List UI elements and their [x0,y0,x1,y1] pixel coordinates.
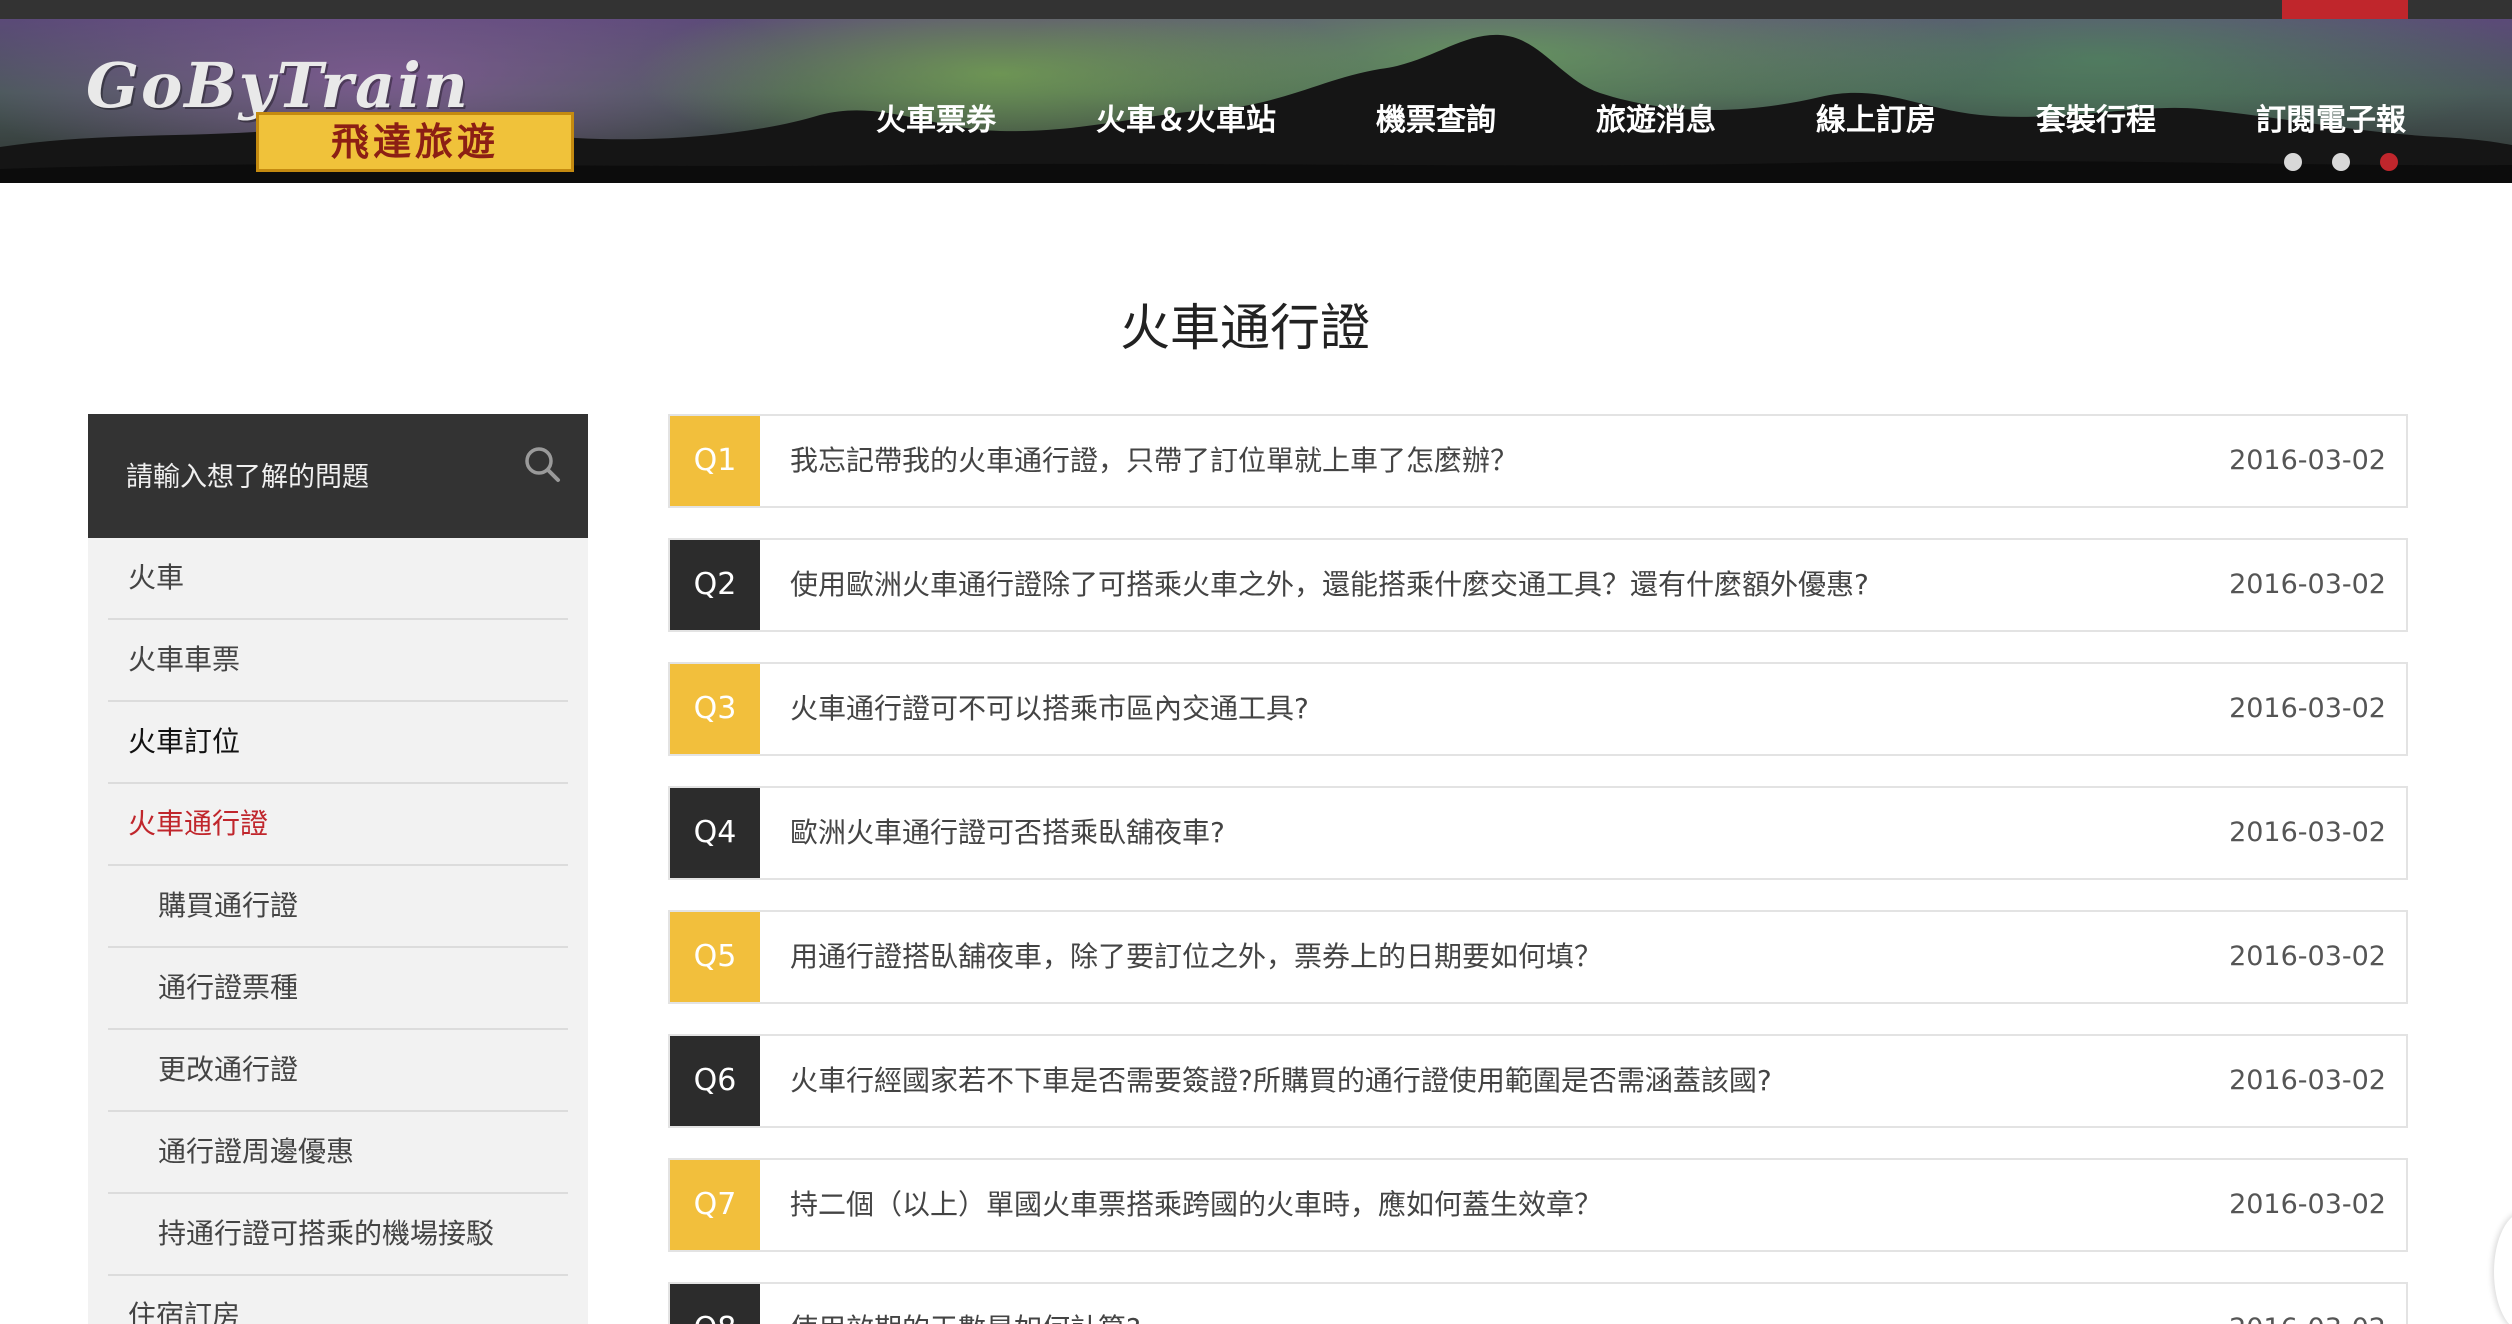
carousel-dots [2284,153,2398,173]
faq-search-box [88,414,588,538]
sidebar-item-train[interactable]: 火車 [108,538,568,620]
page-title: 火車通行證 [1120,299,1370,357]
sidebar-item-train-pass[interactable]: 火車通行證 [108,784,568,866]
faq-number-badge: Q6 [670,1036,760,1126]
faq-date: 2016-03-02 [2229,941,2386,972]
faq-number-badge: Q7 [670,1160,760,1250]
faq-number-badge: Q1 [670,416,760,506]
nav-item-train-tickets[interactable]: 火車票券 [876,95,996,138]
faq-date: 2016-03-02 [2229,445,2386,476]
faq-date: 2016-03-02 [2229,1189,2386,1220]
faq-row[interactable]: Q8 使用效期的天數是如何計算? 2016-03-02 [668,1282,2408,1324]
faq-row[interactable]: Q6 火車行經國家若不下車是否需要簽證?所購買的通行證使用範圍是否需涵蓋該國? … [668,1034,2408,1128]
faq-question[interactable]: 我忘記帶我的火車通行證，只帶了訂位單就上車了怎麼辦？ [790,416,1518,506]
nav-item-trains-stations[interactable]: 火車＆火車站 [1096,95,1276,138]
faq-question[interactable]: 用通行證搭臥舖夜車，除了要訂位之外，票券上的日期要如何填？ [790,912,1602,1002]
faq-row[interactable]: Q5 用通行證搭臥舖夜車，除了要訂位之外，票券上的日期要如何填？ 2016-03… [668,910,2408,1004]
carousel-dot[interactable] [2332,153,2350,171]
faq-question[interactable]: 使用歐洲火車通行證除了可搭乘火車之外，還能搭乘什麼交通工具？還有什麼額外優惠? [790,540,1869,630]
faq-question[interactable]: 使用效期的天數是如何計算? [790,1284,1141,1324]
sidebar-subitem-buy-pass[interactable]: 購買通行證 [108,866,568,948]
nav-item-hotel-booking[interactable]: 線上訂房 [1816,95,1936,138]
faq-number-badge: Q8 [670,1284,760,1324]
nav-item-packages[interactable]: 套裝行程 [2036,95,2156,138]
site-logo[interactable]: GoByTrain 飛達旅遊 [86,49,574,172]
sidebar-subitem-airport-shuttle[interactable]: 持通行證可搭乘的機場接駁 [108,1194,568,1276]
carousel-dot[interactable] [2284,153,2302,171]
sidebar-item-accommodation[interactable]: 住宿訂房 [108,1276,568,1324]
sidebar-subitem-pass-discounts[interactable]: 通行證周邊優惠 [108,1112,568,1194]
sidebar-subitem-pass-types[interactable]: 通行證票種 [108,948,568,1030]
faq-number-badge: Q2 [670,540,760,630]
faq-number-badge: Q3 [670,664,760,754]
faq-date: 2016-03-02 [2229,817,2386,848]
faq-question[interactable]: 火車通行證可不可以搭乘市區內交通工具? [790,664,1309,754]
faq-question[interactable]: 歐洲火車通行證可否搭乘臥舖夜車? [790,788,1225,878]
logo-subtitle: 飛達旅遊 [256,112,574,172]
faq-date: 2016-03-02 [2229,1065,2386,1096]
search-icon[interactable] [522,444,562,484]
faq-question[interactable]: 火車行經國家若不下車是否需要簽證?所購買的通行證使用範圍是否需涵蓋該國? [790,1036,1772,1126]
faq-row[interactable]: Q1 我忘記帶我的火車通行證，只帶了訂位單就上車了怎麼辦？ 2016-03-02 [668,414,2408,508]
nav-item-flights[interactable]: 機票查詢 [1376,95,1496,138]
sidebar-item-train-tickets[interactable]: 火車車票 [108,620,568,702]
faq-number-badge: Q4 [670,788,760,878]
top-bar [0,0,2512,19]
carousel-dot-active[interactable] [2380,153,2398,171]
faq-row[interactable]: Q4 歐洲火車通行證可否搭乘臥舖夜車? 2016-03-02 [668,786,2408,880]
faq-question[interactable]: 持二個（以上）單國火車票搭乘跨國的火車時，應如何蓋生效章？ [790,1160,1602,1250]
faq-number-badge: Q5 [670,912,760,1002]
faq-row[interactable]: Q3 火車通行證可不可以搭乘市區內交通工具? 2016-03-02 [668,662,2408,756]
nav-item-newsletter[interactable]: 訂閱電子報 [2256,95,2406,138]
faq-row[interactable]: Q7 持二個（以上）單國火車票搭乘跨國的火車時，應如何蓋生效章？ 2016-03… [668,1158,2408,1252]
site-header: GoByTrain 飛達旅遊 火車票券 火車＆火車站 機票查詢 旅遊消息 線上訂… [0,19,2512,183]
sidebar-item-train-reservation[interactable]: 火車訂位 [108,702,568,784]
faq-date: 2016-03-02 [2229,1284,2386,1324]
floating-widget[interactable] [2494,1212,2512,1324]
faq-date: 2016-03-02 [2229,569,2386,600]
sidebar-subitem-change-pass[interactable]: 更改通行證 [108,1030,568,1112]
faq-date: 2016-03-02 [2229,693,2386,724]
faq-row[interactable]: Q2 使用歐洲火車通行證除了可搭乘火車之外，還能搭乘什麼交通工具？還有什麼額外優… [668,538,2408,632]
top-bar-accent [2282,0,2408,19]
nav-item-travel-news[interactable]: 旅遊消息 [1596,95,1716,138]
faq-search-input[interactable] [126,452,526,502]
